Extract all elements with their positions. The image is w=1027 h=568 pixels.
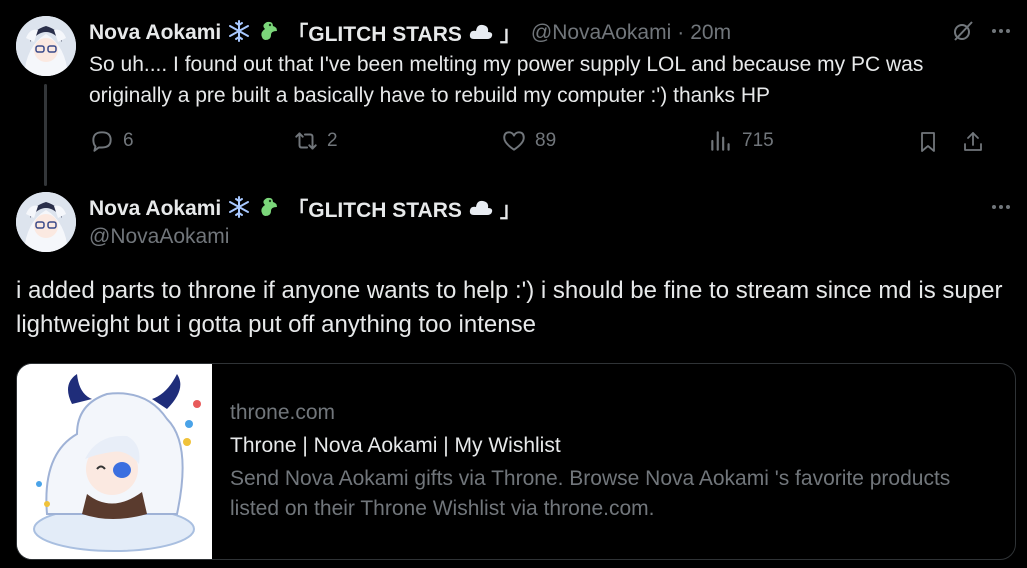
like-button[interactable]: 89 xyxy=(501,128,556,154)
tweet1-avatar[interactable] xyxy=(16,16,76,76)
card-text: throne.com Throne | Nova Aokami | My Wis… xyxy=(212,364,988,559)
more-icon[interactable] xyxy=(988,194,1014,220)
dragon-icon xyxy=(257,195,281,224)
tweet2-display-name[interactable]: Nova Aokami xyxy=(89,197,221,221)
card-domain: throne.com xyxy=(230,401,336,424)
card-description: Send Nova Aokami gifts via Throne. Brows… xyxy=(230,467,951,520)
tweet1-handle[interactable]: @NovaAokami xyxy=(531,21,671,45)
cloud-icon xyxy=(468,197,494,222)
reply-button[interactable]: 6 xyxy=(89,128,134,154)
grok-icon[interactable] xyxy=(950,18,976,44)
more-icon[interactable] xyxy=(988,18,1014,44)
retweet-icon xyxy=(295,132,317,150)
reply-count: 6 xyxy=(123,130,134,151)
retweet-count: 2 xyxy=(327,130,338,151)
like-icon xyxy=(503,131,525,151)
snowflake-icon xyxy=(227,19,251,48)
tweet1-display-name[interactable]: Nova Aokami xyxy=(89,21,221,45)
tweet1-header: Nova Aokami 「GLITCH STARS 」 @NovaAokami … xyxy=(89,18,731,48)
retweet-button[interactable]: 2 xyxy=(293,128,338,154)
tweet1-name-close: 」 xyxy=(499,23,521,46)
tweet2-name-suffix: 「GLITCH STARS xyxy=(287,199,462,222)
tweet1-name-suffix: 「GLITCH STARS xyxy=(287,23,462,46)
views-icon xyxy=(711,131,730,151)
separator-dot: · xyxy=(677,21,685,44)
snowflake-icon xyxy=(227,195,251,224)
card-thumbnail xyxy=(17,364,212,559)
tweet2-name-close: 」 xyxy=(499,199,521,222)
card-title[interactable]: Throne | Nova Aokami | My Wishlist xyxy=(230,428,970,464)
tweet2-header: Nova Aokami 「GLITCH STARS 」 xyxy=(89,194,521,224)
tweet1-timestamp[interactable]: 20m xyxy=(690,21,731,45)
bookmark-icon[interactable] xyxy=(915,129,941,155)
share-icon[interactable] xyxy=(960,129,986,155)
like-count: 89 xyxy=(535,130,557,151)
thread-connector-line xyxy=(44,84,47,186)
views-button[interactable]: 715 xyxy=(708,128,774,154)
link-card[interactable]: throne.com Throne | Nova Aokami | My Wis… xyxy=(16,363,1016,560)
tweet1-text: So uh.... I found out that I've been mel… xyxy=(89,53,924,107)
dragon-icon xyxy=(257,19,281,48)
reply-icon xyxy=(92,131,112,152)
views-count: 715 xyxy=(742,130,774,151)
tweet2-handle[interactable]: @NovaAokami xyxy=(89,225,229,249)
tweet2-text: i added parts to throne if anyone wants … xyxy=(16,277,1003,338)
tweet2-avatar[interactable] xyxy=(16,192,76,252)
cloud-icon xyxy=(468,21,494,46)
